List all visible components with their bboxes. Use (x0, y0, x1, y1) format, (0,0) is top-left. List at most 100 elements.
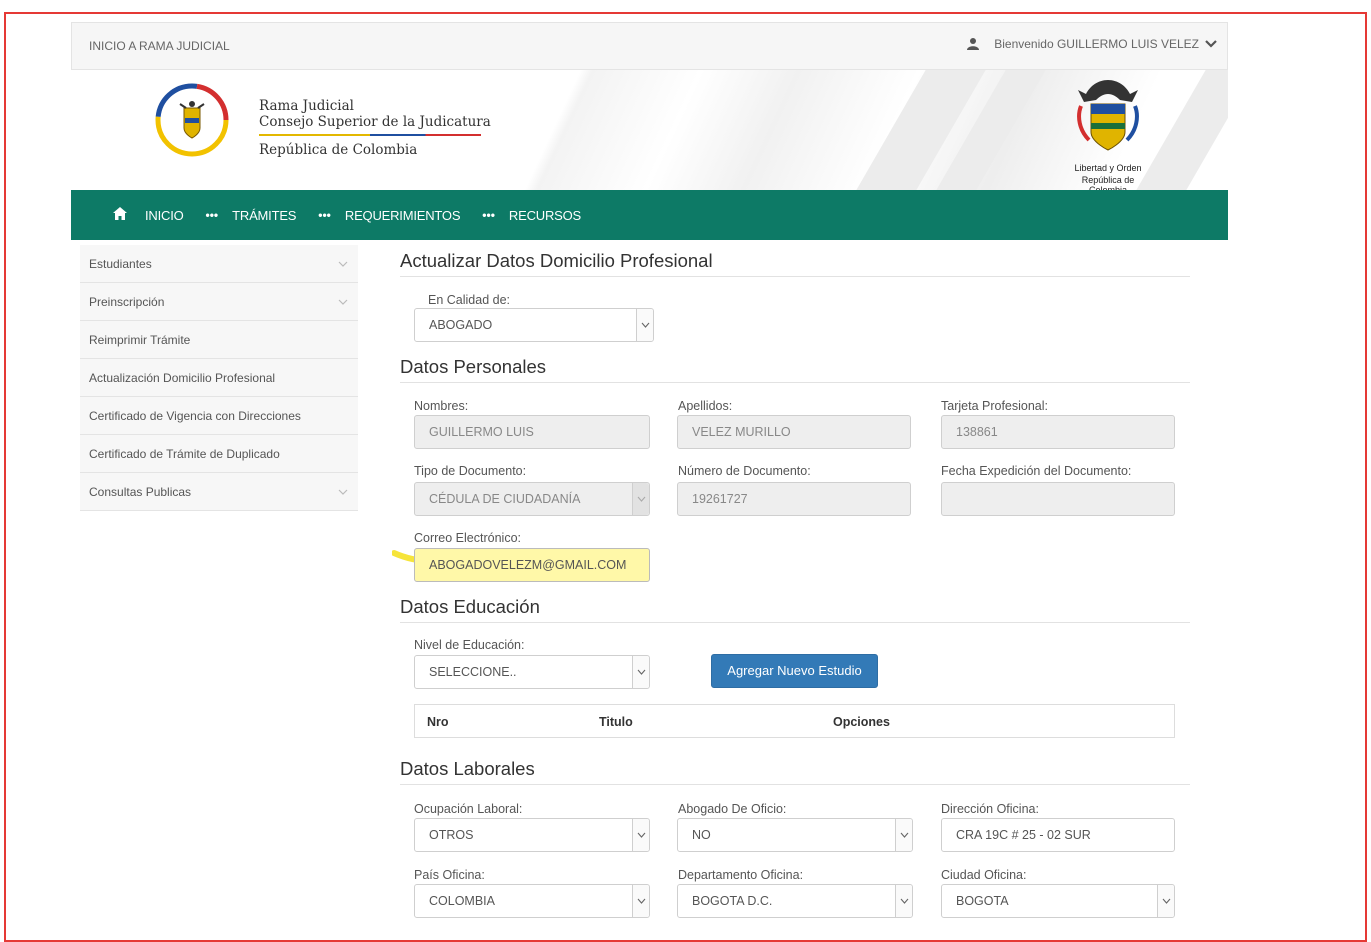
user-menu[interactable]: Bienvenido GUILLERMO LUIS VELEZ (966, 37, 1217, 51)
sidebar-item-preinscripcion[interactable]: Preinscripción (80, 283, 358, 321)
nombres-field: GUILLERMO LUIS (414, 415, 650, 449)
ciudad-oficina-label: Ciudad Oficina: (941, 868, 1027, 882)
sidebar-item-label: Consultas Publicas (89, 484, 192, 499)
section-datos-educacion: Datos Educación (400, 596, 1190, 623)
sidebar-item-reimprimir[interactable]: Reimprimir Trámite (80, 321, 358, 359)
rama-judicial-logo-icon (155, 83, 229, 157)
sidebar-item-estudiantes[interactable]: Estudiantes (80, 245, 358, 283)
tipo-documento-select: CÉDULA DE CIUDADANÍA (414, 482, 650, 516)
sidebar-item-label: Estudiantes (89, 256, 152, 271)
numero-documento-value: 19261727 (692, 492, 748, 506)
pais-oficina-select[interactable]: COLOMBIA (414, 884, 650, 918)
nivel-educacion-value: SELECCIONE.. (429, 665, 517, 679)
sidebar-item-label: Certificado de Trámite de Duplicado (89, 446, 280, 461)
chevron-down-icon (632, 656, 649, 688)
ciudad-oficina-value: BOGOTA (956, 894, 1009, 908)
nav-recursos-label: RECURSOS (508, 207, 581, 223)
calidad-label: En Calidad de: (428, 293, 511, 307)
apellidos-field: VELEZ MURILLO (677, 415, 911, 449)
pais-oficina-value: COLOMBIA (429, 894, 495, 908)
coat-of-arms-icon (1077, 80, 1139, 151)
section-datos-personales: Datos Personales (400, 356, 1190, 383)
chevron-down-icon (1157, 885, 1174, 917)
chevron-down-icon (338, 485, 348, 499)
chevron-down-icon (895, 819, 912, 851)
departamento-oficina-label: Departamento Oficina: (678, 868, 804, 882)
home-icon[interactable] (113, 207, 127, 223)
nivel-educacion-select[interactable]: SELECCIONE.. (414, 655, 650, 689)
page-title: Actualizar Datos Domicilio Profesional (400, 250, 1190, 277)
calidad-value: ABOGADO (429, 318, 493, 332)
sidebar-item-label: Actualización Domicilio Profesional (89, 370, 276, 385)
ocupacion-label: Ocupación Laboral: (414, 802, 523, 816)
sidebar-item-consultas-publicas[interactable]: Consultas Publicas (80, 473, 358, 511)
abogado-oficio-value: NO (692, 828, 711, 842)
chevron-down-icon (338, 295, 348, 309)
pais-oficina-label: País Oficina: (414, 868, 485, 882)
chevron-down-icon (632, 483, 649, 515)
departamento-oficina-select[interactable]: BOGOTA D.C. (677, 884, 913, 918)
tipo-documento-label: Tipo de Documento: (414, 464, 527, 478)
dots-icon: ••• (482, 208, 495, 222)
add-study-button[interactable]: Agregar Nuevo Estudio (711, 654, 878, 688)
user-icon (966, 37, 980, 51)
coat-motto-2: República de Colombia (1081, 175, 1135, 190)
chevron-down-icon[interactable] (1205, 39, 1217, 49)
welcome-text: Bienvenido GUILLERMO LUIS VELEZ (994, 37, 1199, 51)
calidad-select[interactable]: ABOGADO (414, 308, 654, 342)
chevron-down-icon (636, 309, 653, 341)
numero-documento-field: 19261727 (677, 482, 911, 516)
ciudad-oficina-select[interactable]: BOGOTA (941, 884, 1175, 918)
abogado-oficio-label: Abogado De Oficio: (678, 802, 787, 816)
nivel-educacion-label: Nivel de Educación: (414, 638, 525, 652)
correo-value: ABOGADOVELEZM@GMAIL.COM (429, 558, 627, 572)
sidebar-item-label: Reimprimir Trámite (89, 332, 191, 347)
sidebar-item-label: Preinscripción (89, 294, 165, 309)
nav-tramites-label: TRÁMITES (232, 207, 297, 223)
brand-color-rule (259, 134, 481, 136)
correo-label: Correo Electrónico: (414, 531, 521, 545)
direccion-oficina-input[interactable]: CRA 19C # 25 - 02 SUR (941, 818, 1175, 852)
nav-recursos[interactable]: ••• RECURSOS (482, 208, 581, 223)
brand-line-2: Consejo Superior de la Judicatura (259, 114, 491, 130)
fecha-expedicion-field (941, 482, 1175, 516)
chevron-down-icon (632, 885, 649, 917)
rama-judicial-home-link[interactable]: INICIO A RAMA JUDICIAL (89, 39, 230, 53)
chevron-down-icon (632, 819, 649, 851)
nav-requerimientos[interactable]: ••• REQUERIMIENTOS (318, 208, 460, 223)
sidebar: Estudiantes Preinscripción Reimprimir Tr… (80, 245, 358, 511)
ocupacion-select[interactable]: OTROS (414, 818, 650, 852)
column-header-titulo: Titulo (599, 715, 633, 729)
nav-inicio-label: INICIO (145, 207, 184, 223)
brand-text: Rama Judicial Consejo Superior de la Jud… (259, 98, 491, 158)
dots-icon: ••• (205, 208, 219, 222)
brand-line-3: República de Colombia (259, 142, 418, 158)
direccion-oficina-label: Dirección Oficina: (941, 802, 1039, 816)
coat-motto-1: Libertad y Orden (1074, 163, 1142, 173)
sidebar-item-certificado-duplicado[interactable]: Certificado de Trámite de Duplicado (80, 435, 358, 473)
education-table-header: Nro Titulo Opciones (414, 704, 1175, 738)
chevron-down-icon (895, 885, 912, 917)
header-banner: Rama Judicial Consejo Superior de la Jud… (71, 70, 1228, 190)
nav-tramites[interactable]: ••• TRÁMITES (206, 208, 297, 223)
sidebar-item-label: Certificado de Vigencia con Direcciones (89, 408, 301, 423)
column-header-opciones: Opciones (833, 715, 890, 729)
apellidos-value: VELEZ MURILLO (692, 425, 791, 439)
ocupacion-value: OTROS (429, 828, 474, 842)
numero-documento-label: Número de Documento: (678, 464, 811, 478)
fecha-expedicion-label: Fecha Expedición del Documento: (941, 464, 1132, 478)
correo-input[interactable]: ABOGADOVELEZM@GMAIL.COM (414, 548, 650, 582)
abogado-oficio-select[interactable]: NO (677, 818, 913, 852)
top-bar: INICIO A RAMA JUDICIAL Bienvenido GUILLE… (71, 22, 1228, 70)
nav-requerimientos-label: REQUERIMIENTOS (344, 207, 461, 223)
coat-of-arms: Libertad y Orden República de Colombia (1063, 76, 1153, 190)
apellidos-label: Apellidos: (678, 399, 733, 413)
column-header-nro: Nro (427, 715, 449, 729)
tipo-documento-value: CÉDULA DE CIUDADANÍA (429, 492, 581, 506)
sidebar-item-actualizacion-domicilio[interactable]: Actualización Domicilio Profesional (80, 359, 358, 397)
tarjeta-label: Tarjeta Profesional: (941, 399, 1049, 413)
nav-inicio[interactable]: INICIO (145, 208, 184, 223)
tarjeta-value: 138861 (956, 425, 998, 439)
dots-icon: ••• (318, 208, 331, 222)
sidebar-item-certificado-vigencia[interactable]: Certificado de Vigencia con Direcciones (80, 397, 358, 435)
